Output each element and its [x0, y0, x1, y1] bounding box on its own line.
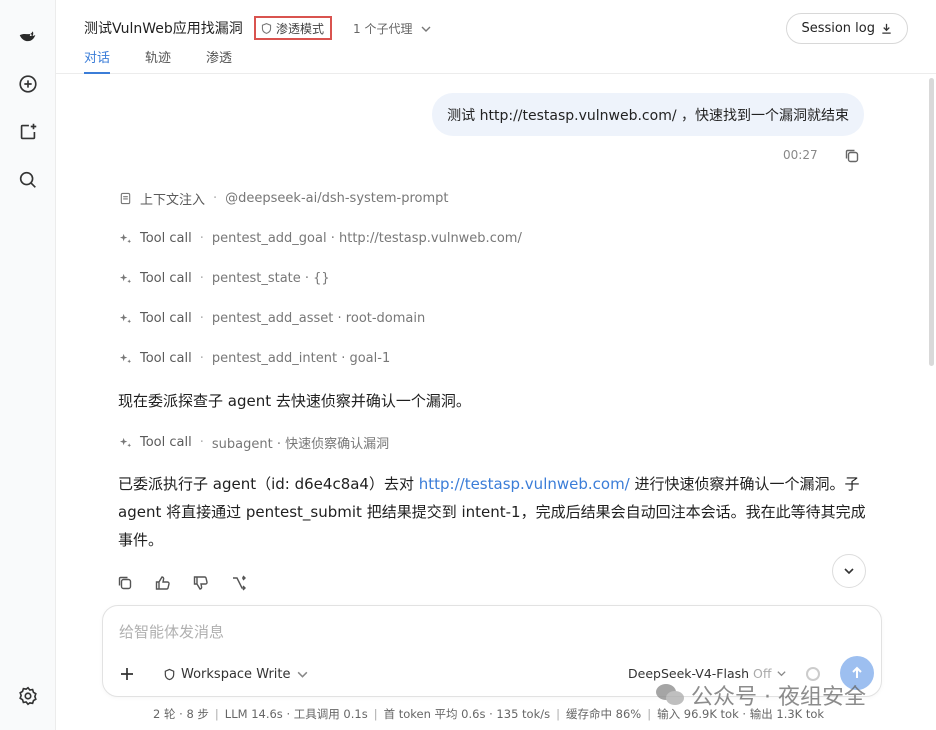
message-actions	[116, 574, 248, 592]
subagent-dropdown[interactable]: 1 个子代理	[353, 20, 432, 37]
document-icon	[118, 191, 132, 205]
copy-message-icon[interactable]	[843, 147, 861, 165]
step-kind: Tool call	[140, 270, 192, 286]
step-detail: pentest_state · {}	[211, 270, 330, 286]
wechat-icon	[656, 684, 684, 705]
stats-rounds: 2 轮 · 8 步	[153, 707, 209, 721]
thumbs-down-icon[interactable]	[192, 574, 210, 592]
sparkle-icon	[118, 231, 132, 245]
target-url-link[interactable]: http://testasp.vulnweb.com/	[419, 475, 630, 493]
scrollbar-thumb[interactable]	[929, 78, 934, 366]
branch-icon[interactable]	[230, 574, 248, 592]
assistant-text-prefix: 已委派执行子 agent（id: d6e4c8a4）去对	[118, 475, 419, 493]
chat-header: 测试VulnWeb应用找漏洞 渗透模式 1 个子代理 Session log 对…	[56, 0, 936, 74]
chevron-down-icon	[844, 568, 854, 575]
chevron-down-icon	[776, 671, 786, 677]
scroll-down-button[interactable]	[832, 554, 866, 588]
new-chat-icon[interactable]	[14, 70, 42, 98]
step-kind: Tool call	[140, 434, 192, 450]
tab-pentest[interactable]: 渗透	[206, 47, 232, 73]
download-icon	[882, 23, 891, 34]
step-kind: 上下文注入	[140, 192, 206, 208]
step-tool-call[interactable]: Tool call · pentest_add_asset · root-dom…	[118, 308, 425, 328]
mode-badge-label: 渗透模式	[276, 21, 325, 36]
copy-icon[interactable]	[116, 574, 134, 592]
sparkle-icon	[118, 311, 132, 325]
step-kind: Tool call	[140, 230, 192, 246]
sidebar	[0, 0, 56, 730]
stats-llm: LLM 14.6s · 工具调用 0.1s	[224, 707, 368, 721]
session-log-label: Session log	[801, 21, 875, 36]
message-timestamp: 00:27	[783, 148, 818, 162]
assistant-text: 现在委派探查子 agent 去快速侦察并确认一个漏洞。	[118, 392, 471, 410]
pentest-mode-badge[interactable]: 渗透模式	[254, 16, 333, 40]
whale-logo-icon[interactable]	[14, 22, 42, 50]
add-attachment-icon[interactable]	[117, 664, 137, 684]
session-log-button[interactable]: Session log	[786, 13, 908, 44]
step-tool-call[interactable]: Tool call · pentest_add_goal · http://te…	[118, 228, 522, 248]
page-title: 测试VulnWeb应用找漏洞	[84, 21, 243, 37]
subagent-count-label: 1 个子代理	[353, 22, 413, 36]
step-subagent-call[interactable]: Tool call · subagent · 快速侦察确认漏洞	[118, 432, 389, 452]
workspace-permission-dropdown[interactable]: Workspace Write	[163, 664, 309, 684]
new-workspace-icon[interactable]	[14, 118, 42, 146]
step-kind: Tool call	[140, 310, 192, 326]
watermark-text: 公众号 · 夜组安全	[691, 685, 866, 710]
message-input[interactable]: 给智能体发消息	[119, 621, 224, 642]
sparkle-icon	[118, 351, 132, 365]
tab-bar: 对话 轨迹 渗透	[84, 47, 267, 74]
stats-first-token: 首 token 平均 0.6s · 135 tok/s	[383, 707, 551, 721]
stats-cache: 缓存命中 86%	[566, 707, 642, 721]
user-message-bubble: 测试 http://testasp.vulnweb.com/ ，快速找到一个漏洞…	[432, 93, 864, 136]
shield-edit-icon	[164, 668, 175, 680]
mode-icon	[260, 22, 273, 35]
wechat-watermark: 公众号 · 夜组安全	[655, 679, 866, 711]
step-detail: pentest_add_asset · root-domain	[211, 310, 426, 326]
chevron-down-icon	[421, 26, 431, 32]
sparkle-icon	[118, 271, 132, 285]
thumbs-up-icon[interactable]	[154, 574, 172, 592]
step-detail: pentest_add_goal · http://testasp.vulnwe…	[211, 230, 522, 246]
step-kind: Tool call	[140, 350, 192, 366]
tab-trace[interactable]: 轨迹	[145, 47, 171, 73]
step-context-inject[interactable]: 上下文注入 · @deepseek-ai/dsh-system-prompt	[118, 188, 449, 208]
step-detail: pentest_add_intent · goal-1	[211, 350, 391, 366]
tab-chat[interactable]: 对话	[84, 47, 111, 74]
assistant-text: 已委派执行子 agent（id: d6e4c8a4）去对 http://test…	[118, 470, 866, 554]
sparkle-icon	[118, 435, 132, 449]
step-tool-call[interactable]: Tool call · pentest_state · {}	[118, 268, 330, 288]
settings-gear-icon[interactable]	[14, 682, 42, 710]
step-detail: subagent · 快速侦察确认漏洞	[211, 436, 390, 452]
step-tool-call[interactable]: Tool call · pentest_add_intent · goal-1	[118, 348, 390, 368]
workspace-label: Workspace Write	[181, 666, 291, 682]
chevron-down-icon	[297, 671, 307, 678]
step-detail: @deepseek-ai/dsh-system-prompt	[225, 190, 449, 206]
search-icon[interactable]	[14, 166, 42, 194]
